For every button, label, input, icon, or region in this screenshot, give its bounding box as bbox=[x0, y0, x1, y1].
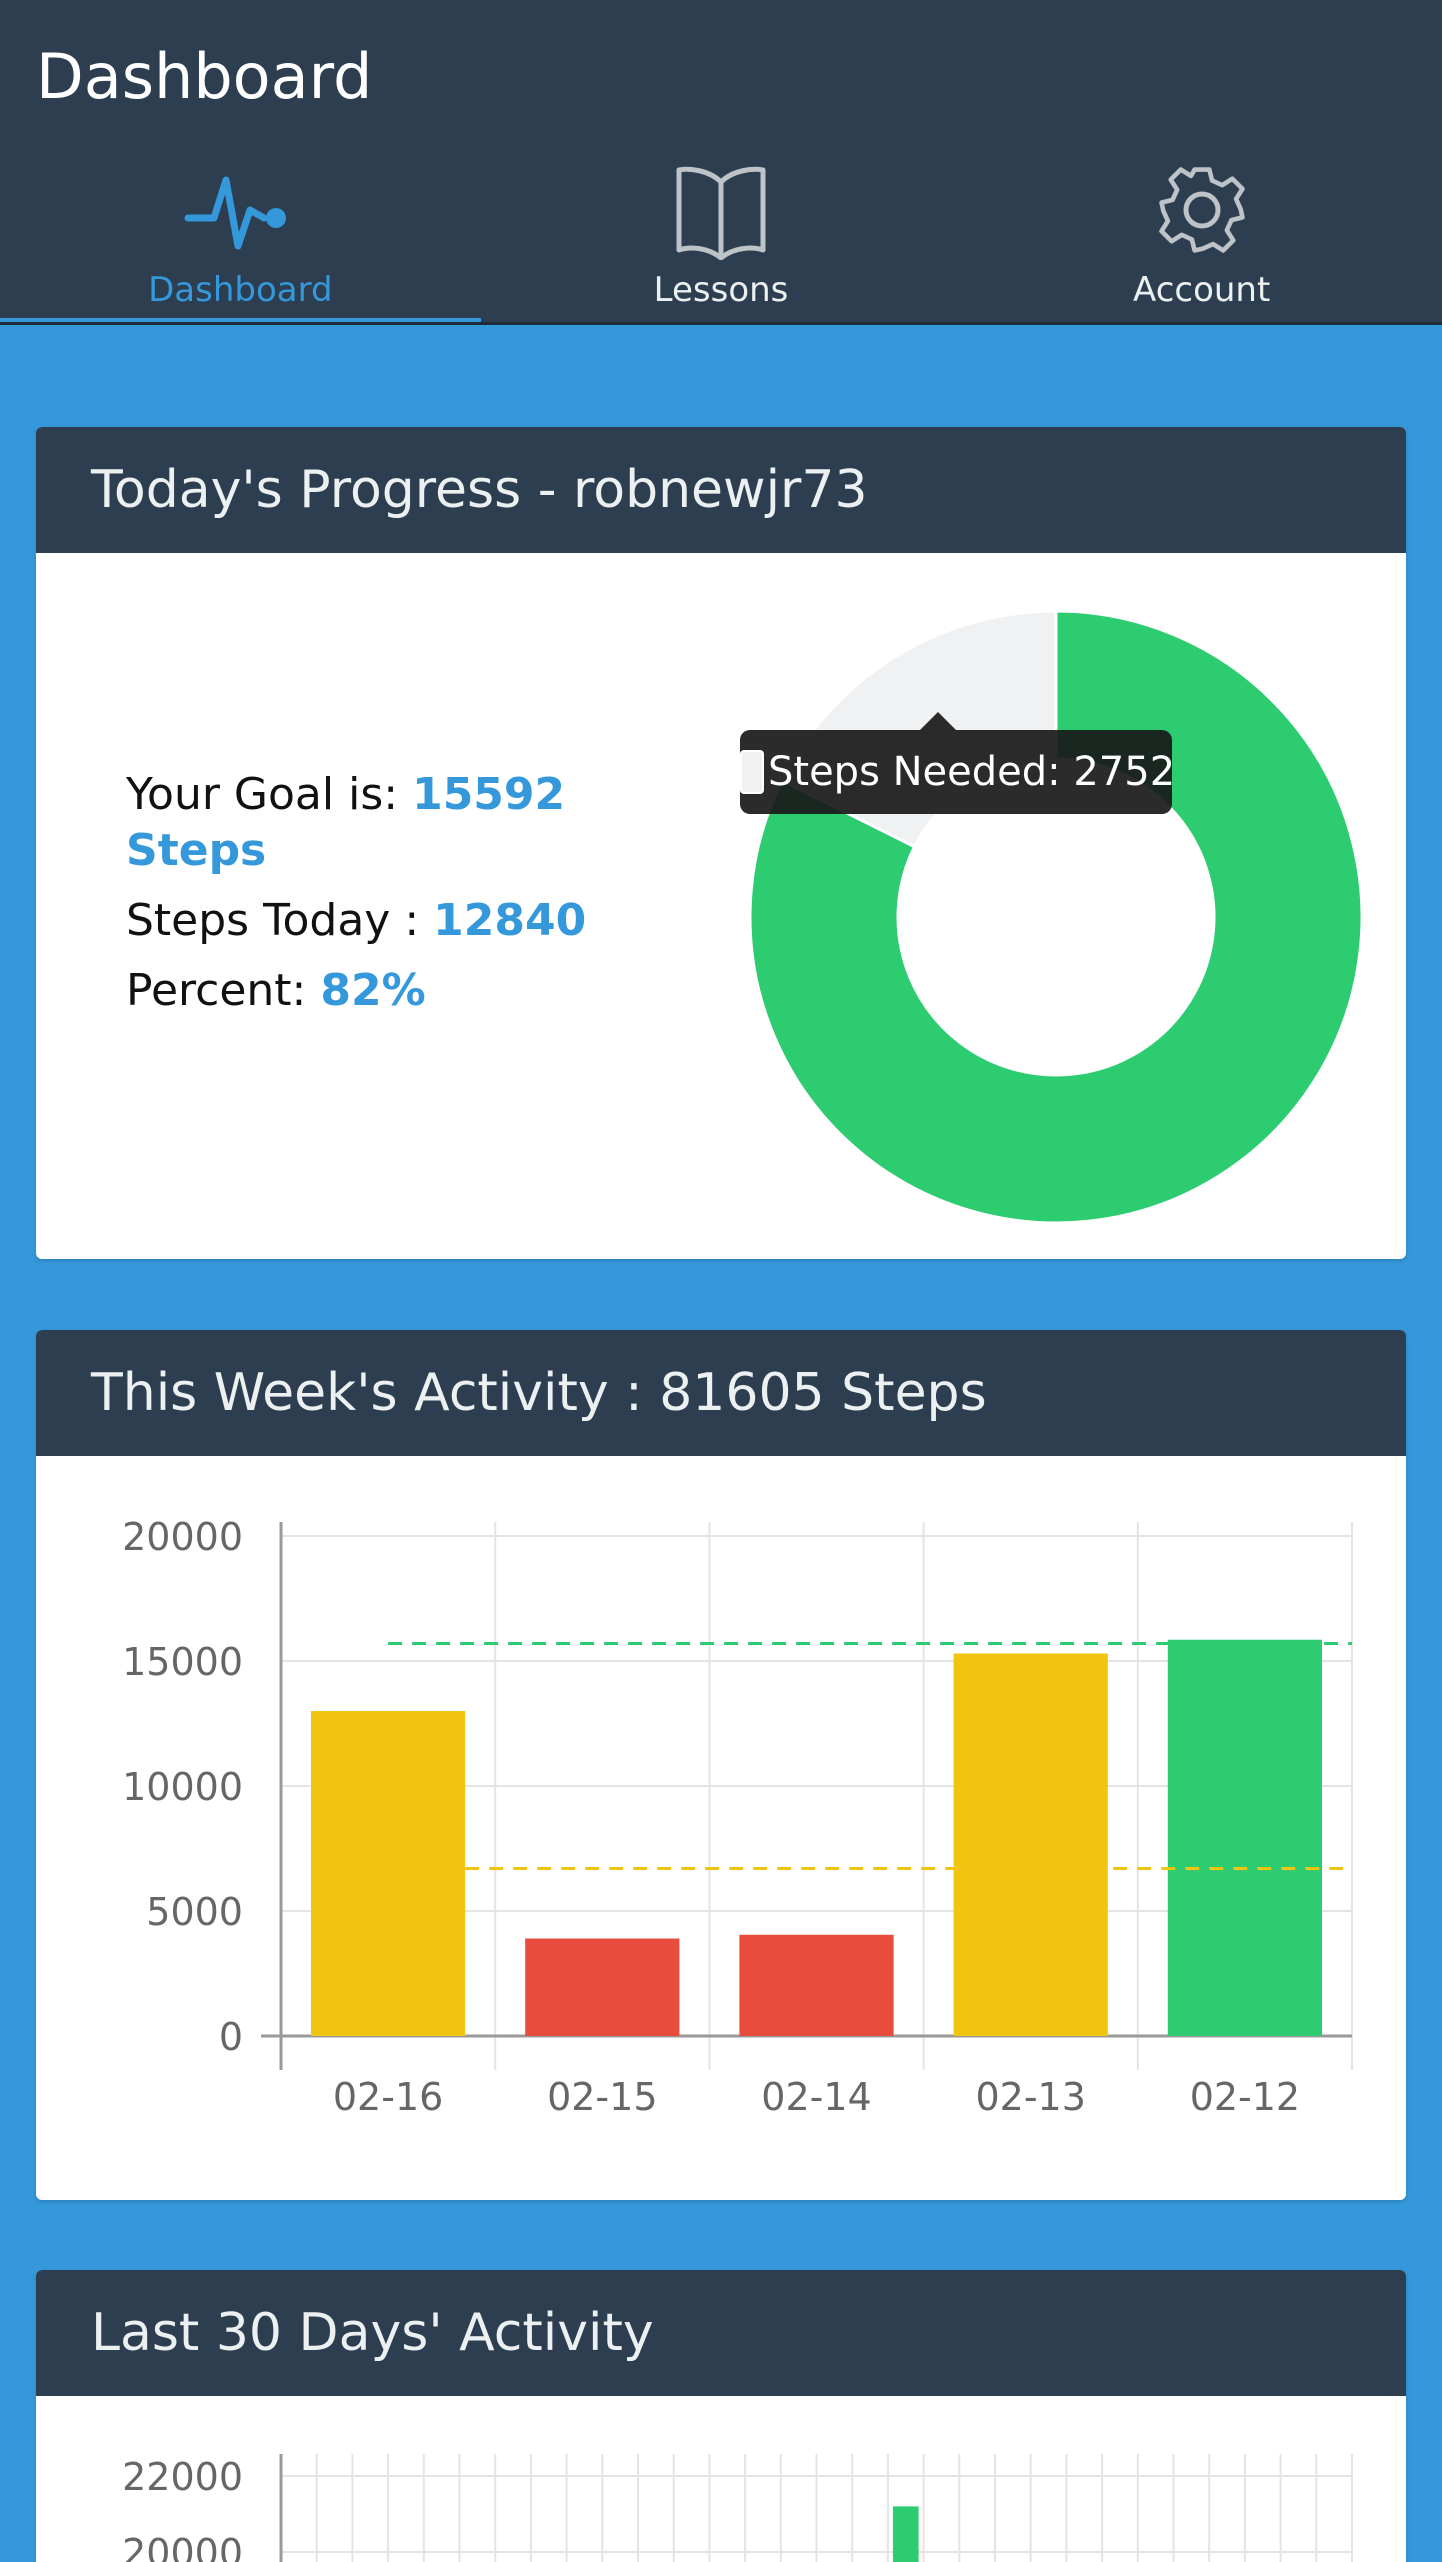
donut-svg bbox=[748, 609, 1364, 1225]
progress-donut-chart bbox=[736, 587, 1376, 1251]
steps-today-row: Steps Today : 12840 bbox=[126, 893, 646, 949]
x-tick-label: 02-16 bbox=[333, 2075, 443, 2119]
monthly-bar-chart: 20000 22000 bbox=[122, 2454, 1353, 2562]
topbar-divider bbox=[0, 322, 1442, 325]
steps-today-label: Steps Today : bbox=[126, 895, 434, 946]
x-tick-label: 02-15 bbox=[547, 2075, 657, 2119]
goal-label: Your Goal is: bbox=[126, 769, 413, 820]
y-tick-label: 22000 bbox=[122, 2455, 243, 2499]
tab-bar: Dashboard Lessons Account bbox=[0, 150, 1442, 324]
tab-account[interactable]: Account bbox=[961, 150, 1442, 324]
bar[interactable] bbox=[892, 2506, 919, 2562]
book-icon bbox=[676, 166, 766, 260]
pulse-icon bbox=[184, 176, 287, 250]
top-navigation-bar: Dashboard Dashboard Lessons Account bbox=[0, 0, 1442, 325]
tab-account-label: Account bbox=[1133, 270, 1271, 310]
monthly-activity-card: Last 30 Days' Activity 20000 22000 bbox=[36, 2270, 1406, 2562]
y-tick-label: 20000 bbox=[122, 2531, 243, 2562]
percent-row: Percent: 82% bbox=[126, 963, 646, 1019]
percent-label: Percent: bbox=[126, 965, 321, 1016]
gear-icon bbox=[1158, 167, 1245, 253]
weekly-activity-title: This Week's Activity : 81605 Steps bbox=[36, 1330, 1406, 1456]
y-tick-label: 15000 bbox=[122, 1640, 243, 1684]
weekly-activity-card: This Week's Activity : 81605 Steps 0 5000… bbox=[36, 1330, 1406, 2200]
app-title: Dashboard bbox=[36, 40, 373, 113]
bar-02-14[interactable] bbox=[739, 1934, 894, 2036]
bar-02-12[interactable] bbox=[1167, 1639, 1323, 2036]
x-tick-label: 02-14 bbox=[761, 2075, 871, 2119]
goal-row: Your Goal is: 15592 Steps bbox=[126, 767, 646, 879]
tab-dashboard[interactable]: Dashboard bbox=[0, 150, 481, 324]
y-tick-label: 20000 bbox=[122, 1515, 243, 1559]
y-tick-label: 0 bbox=[219, 2015, 243, 2059]
bar-02-15[interactable] bbox=[525, 1938, 680, 2037]
progress-stats: Your Goal is: 15592 Steps Steps Today : … bbox=[126, 767, 646, 1033]
todays-progress-title: Today's Progress - robnewjr73 bbox=[36, 427, 1406, 553]
tooltip-caret bbox=[920, 712, 956, 730]
weekly-bar-chart: 0 5000 10000 15000 20000 02-16 02-15 02-14 02-13… bbox=[122, 1515, 1353, 2119]
donut-tooltip: Steps Needed: 2752 bbox=[740, 712, 1176, 814]
tab-dashboard-label: Dashboard bbox=[148, 270, 333, 310]
percent-value: 82% bbox=[320, 965, 426, 1016]
bar-02-16[interactable] bbox=[310, 1711, 466, 2036]
tab-lessons-label: Lessons bbox=[653, 270, 789, 310]
bar-02-13[interactable] bbox=[953, 1653, 1108, 2037]
tooltip-color-swatch bbox=[740, 750, 764, 794]
x-tick-label: 02-12 bbox=[1190, 2075, 1300, 2119]
x-tick-label: 02-13 bbox=[975, 2075, 1085, 2119]
y-tick-label: 5000 bbox=[146, 1890, 243, 1934]
tooltip-text: Steps Needed: 2752 bbox=[768, 749, 1176, 795]
tab-lessons[interactable]: Lessons bbox=[481, 150, 962, 324]
y-tick-label: 10000 bbox=[122, 1765, 243, 1809]
steps-today-value: 12840 bbox=[433, 895, 587, 946]
monthly-activity-title: Last 30 Days' Activity bbox=[36, 2270, 1406, 2396]
todays-progress-card: Today's Progress - robnewjr73 Your Goal … bbox=[36, 427, 1406, 1259]
